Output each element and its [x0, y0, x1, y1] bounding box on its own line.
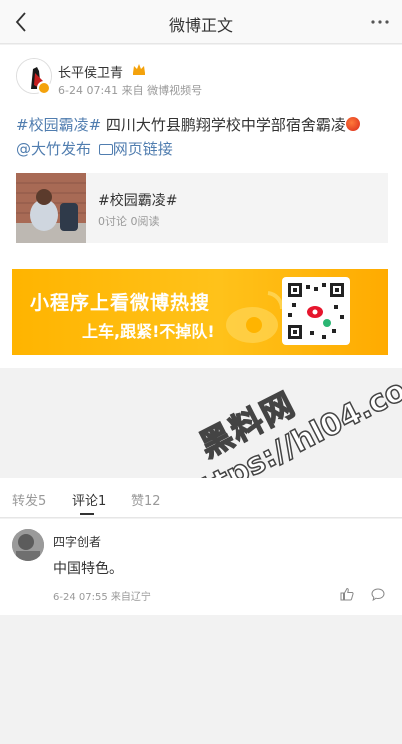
post-text: #校园霸凌# 四川大竹县鹏翔学校中学部宿舍霸凌 @大竹发布 网页链接	[16, 113, 388, 161]
interaction-tabs: 转发5 评论1 赞12	[0, 478, 402, 518]
comment-meta: 6-24 07:55 来自辽宁	[53, 592, 151, 603]
commenter-name[interactable]: 四字创者	[53, 533, 101, 550]
post-meta: 6-24 07:41 来自 微博视频号	[58, 84, 203, 97]
tab-likes[interactable]: 赞12	[131, 490, 161, 509]
tab-comments[interactable]: 评论1	[72, 490, 106, 509]
web-link[interactable]: 网页链接	[113, 140, 173, 158]
banner-subline: 上车,跟紧!不掉队!	[82, 322, 215, 341]
more-dots-icon	[371, 20, 389, 24]
banner-headline: 小程序上看微博热搜	[30, 292, 211, 314]
comment-item: 四字创者 中国特色。 6-24 07:55 来自辽宁	[0, 519, 402, 615]
comment-bubble-icon[interactable]	[371, 588, 385, 601]
author-name[interactable]: 长平侯卫青	[58, 62, 123, 81]
mini-program-banner[interactable]: 小程序上看微博热搜 上车,跟紧!不掉队!	[12, 269, 388, 355]
verified-badge-icon	[37, 81, 51, 95]
web-link-icon	[98, 144, 113, 155]
mention-link[interactable]: @大竹发布	[16, 140, 91, 158]
topic-title: #校园霸凌#	[98, 193, 178, 209]
post-card: 长平侯卫青 6-24 07:41 来自 微博视频号 #校园霸凌# 四川大竹县鹏翔…	[0, 45, 402, 368]
tab-reposts[interactable]: 转发5	[12, 490, 46, 509]
crown-icon[interactable]	[131, 61, 147, 77]
active-tab-indicator	[80, 513, 94, 515]
thumbs-up-icon[interactable]	[340, 587, 354, 601]
weibo-logo-decoration-icon	[226, 291, 285, 343]
top-nav-bar: 微博正文	[0, 0, 402, 44]
page-title: 微博正文	[168, 16, 233, 35]
comment-text: 中国特色。	[53, 561, 123, 577]
topic-card[interactable]: #校园霸凌# 0讨论 0阅读	[16, 173, 388, 243]
commenter-avatar[interactable]	[12, 529, 44, 561]
fire-emoji-icon	[345, 117, 360, 131]
post-body: 四川大竹县鹏翔学校中学部宿舍霸凌	[101, 116, 346, 134]
topic-stats: 0讨论 0阅读	[98, 215, 160, 228]
qr-code	[282, 277, 350, 345]
hashtag-link[interactable]: #校园霸凌#	[16, 116, 101, 134]
more-button[interactable]	[366, 10, 394, 34]
topic-thumbnail	[16, 173, 86, 243]
